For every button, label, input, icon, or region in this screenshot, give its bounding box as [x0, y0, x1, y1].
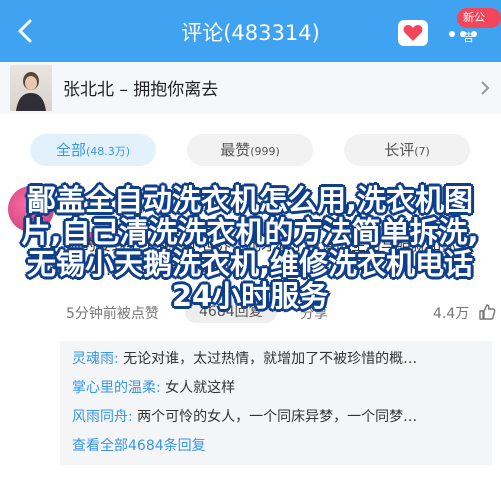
song-cover: [10, 65, 52, 111]
top-bar: 评论(483314) 新公告: [0, 0, 501, 62]
chevron-right-icon: [481, 81, 490, 95]
tab-count: (48.3万): [85, 145, 131, 158]
list-item[interactable]: 风雨同舟: 两个可怜的女人，一个同床异梦，一个同梦…: [72, 406, 417, 426]
comment-tabs: 全部(48.3万) 最赞(999) 长评(7): [0, 114, 501, 186]
heart-icon: [403, 25, 423, 41]
tab-long-reviews[interactable]: 长评(7): [344, 134, 470, 166]
song-row[interactable]: 张北北 – 拥抱你离去: [0, 62, 501, 114]
favorite-button[interactable]: [398, 20, 428, 46]
view-all-replies-link[interactable]: 查看全部4684条回复: [72, 435, 206, 455]
notice-badge[interactable]: 新公告: [457, 8, 501, 44]
tab-count: (7): [414, 145, 430, 158]
tab-most-liked[interactable]: 最赞(999): [187, 134, 313, 166]
reply-user[interactable]: 灵魂雨:: [72, 351, 119, 367]
reply-text: 女人就这样: [165, 380, 236, 396]
overlay-caption: 鄙盖全自动洗衣机怎么用,洗衣机图片,自己清洗洗衣机的方法简单拆洗,无锡小天鹅洗衣…: [21, 183, 479, 313]
tab-count: (999): [250, 145, 280, 158]
list-item[interactable]: 灵魂雨: 无论对谁，太过热情，就增加了不被珍惜的概…: [72, 348, 417, 368]
list-item[interactable]: 掌心里的温柔: 女人就这样: [72, 377, 235, 397]
reply-text: 无论对谁，太过热情，就增加了不被珍惜的概…: [123, 351, 418, 367]
tab-label: 全部: [55, 141, 86, 159]
more-icon[interactable]: [448, 30, 478, 38]
tab-all[interactable]: 全部(48.3万): [30, 134, 156, 166]
reply-preview-box[interactable]: 灵魂雨: 无论对谁，太过热情，就增加了不被珍惜的概… 掌心里的温柔: 女人就这样…: [60, 341, 492, 465]
tab-label: 长评: [384, 141, 415, 159]
reply-text: 两个可怜的女人，一个同床异梦，一个同梦…: [137, 409, 418, 425]
reply-user[interactable]: 掌心里的温柔:: [72, 380, 161, 396]
tab-label: 最赞: [220, 141, 251, 159]
reply-user[interactable]: 风雨同舟:: [72, 409, 133, 425]
song-title: 张北北 – 拥抱你离去: [63, 80, 219, 100]
thumbs-up-icon: [479, 304, 496, 320]
